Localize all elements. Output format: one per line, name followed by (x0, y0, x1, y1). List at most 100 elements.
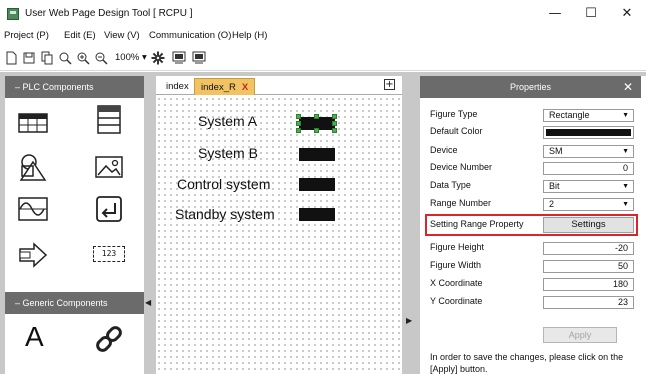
figure-height-input[interactable]: -20 (543, 242, 634, 255)
maximize-button[interactable]: ☐ (574, 4, 608, 24)
range-number-select[interactable]: 2 ▼ (543, 198, 634, 211)
plc-components-header[interactable]: – PLC Components (5, 76, 144, 98)
label-figure-width: Figure Width (430, 260, 482, 270)
settings-icon[interactable] (151, 51, 165, 65)
chevron-down-icon: ▼ (622, 183, 629, 190)
upload-icon[interactable] (172, 51, 186, 65)
chevron-down-icon: ▾ (141, 52, 147, 63)
tab-index-r-label: index_R (201, 82, 236, 93)
panel-layout-icon[interactable] (93, 104, 125, 134)
scroll-left-arrow[interactable]: ◀ (145, 298, 153, 310)
zoom-value: 100% (115, 52, 140, 63)
enter-icon[interactable] (93, 194, 125, 224)
label-figure-height: Figure Height (430, 242, 485, 252)
waveform-icon[interactable] (17, 194, 49, 224)
tab-bar: index index_R X + (156, 76, 402, 95)
tab-index-r[interactable]: index_R X (194, 78, 256, 95)
label-system-b[interactable]: System B (198, 145, 258, 161)
chevron-down-icon: ▼ (622, 112, 629, 119)
label-device: Device (430, 145, 458, 155)
chevron-down-icon: ▼ (622, 201, 629, 208)
menu-view[interactable]: View (V) (104, 30, 140, 41)
shape-icon[interactable] (17, 152, 49, 182)
label-y-coordinate: Y Coordinate (430, 296, 483, 306)
components-panel: – PLC Components 123 – Generic Component… (5, 76, 144, 374)
minimize-button[interactable]: — (538, 4, 572, 24)
device-select[interactable]: SM ▼ (543, 145, 634, 158)
figure-type-value: Rectangle (549, 110, 590, 120)
toolbar: 100% ▾ (0, 44, 646, 71)
menu-communication[interactable]: Communication (O) (149, 30, 231, 41)
text-icon-glyph: A (25, 321, 44, 352)
menu-help[interactable]: Help (H) (232, 30, 267, 41)
setting-range-highlight (425, 214, 638, 236)
copy-icon[interactable] (40, 51, 54, 65)
status-rect-system-b[interactable] (299, 148, 335, 161)
label-device-number: Device Number (430, 162, 493, 172)
apply-note: In order to save the changes, please cli… (430, 352, 624, 374)
menu-bar: Project (P) Edit (E) View (V) Communicat… (0, 29, 646, 44)
selection-handle[interactable] (332, 121, 337, 126)
zoom-fit-icon[interactable] (58, 51, 72, 65)
add-tab-icon[interactable]: + (384, 79, 395, 90)
label-default-color: Default Color (430, 126, 483, 136)
color-swatch (546, 129, 631, 136)
figure-width-input[interactable]: 50 (543, 260, 634, 273)
properties-title: Properties (509, 82, 552, 92)
data-type-value: Bit (549, 181, 560, 191)
zoom-out-icon[interactable] (94, 51, 108, 65)
close-button[interactable]: ✕ (610, 4, 644, 24)
menu-project[interactable]: Project (P) (4, 30, 49, 41)
generic-components-header[interactable]: – Generic Components (5, 292, 144, 314)
status-rect-standby-system[interactable] (299, 208, 335, 221)
selection-handle[interactable] (296, 114, 301, 119)
scroll-right-arrow[interactable]: ▶ (406, 316, 412, 325)
selection-handle[interactable] (296, 128, 301, 133)
default-color-picker[interactable] (543, 126, 634, 139)
zoom-select[interactable]: 100% ▾ (115, 52, 147, 63)
properties-header: Properties ✕ (420, 76, 641, 98)
save-icon[interactable] (22, 51, 36, 65)
download-icon[interactable] (192, 51, 206, 65)
title-bar: User Web Page Design Tool [ RCPU ] — ☐ ✕ (0, 0, 646, 29)
image-icon[interactable] (93, 152, 125, 182)
new-file-icon[interactable] (4, 51, 18, 65)
label-control-system[interactable]: Control system (177, 176, 270, 192)
label-system-a[interactable]: System A (198, 113, 257, 129)
tab-index[interactable]: index (160, 78, 195, 95)
device-value: SM (549, 146, 563, 156)
link-icon[interactable] (93, 324, 125, 354)
app-icon (7, 8, 19, 20)
selection-handle[interactable] (332, 128, 337, 133)
device-number-input[interactable]: 0 (543, 162, 634, 175)
label-standby-system[interactable]: Standby system (175, 206, 275, 222)
figure-type-select[interactable]: Rectangle ▼ (543, 109, 634, 122)
selection-handle[interactable] (314, 114, 319, 119)
menu-edit[interactable]: Edit (E) (64, 30, 96, 41)
close-tab-icon[interactable]: X (242, 82, 248, 93)
label-x-coordinate: X Coordinate (430, 278, 483, 288)
selection-handle[interactable] (314, 128, 319, 133)
table-icon[interactable] (17, 108, 49, 138)
range-number-value: 2 (549, 199, 555, 209)
close-icon[interactable]: ✕ (623, 76, 633, 98)
numeric-display-icon[interactable]: 123 (93, 246, 125, 262)
status-rect-control-system[interactable] (299, 178, 335, 191)
label-figure-type: Figure Type (430, 109, 478, 119)
zoom-in-icon[interactable] (76, 51, 90, 65)
selection-handle[interactable] (332, 114, 337, 119)
label-data-type: Data Type (430, 180, 471, 190)
navigate-icon[interactable] (17, 240, 49, 270)
apply-button[interactable]: Apply (543, 327, 617, 343)
selection-handle[interactable] (296, 121, 301, 126)
x-coordinate-input[interactable]: 180 (543, 278, 634, 291)
text-icon[interactable]: A (25, 322, 57, 352)
window-title: User Web Page Design Tool [ RCPU ] (25, 8, 193, 19)
y-coordinate-input[interactable]: 23 (543, 296, 634, 309)
data-type-select[interactable]: Bit ▼ (543, 180, 634, 193)
design-canvas[interactable]: System A System B Control system Standby… (156, 96, 402, 374)
numeric-display-label: 123 (101, 249, 117, 258)
label-range-number: Range Number (430, 198, 492, 208)
design-area: index index_R X + System A System B Contr… (156, 76, 402, 374)
chevron-down-icon: ▼ (622, 148, 629, 155)
